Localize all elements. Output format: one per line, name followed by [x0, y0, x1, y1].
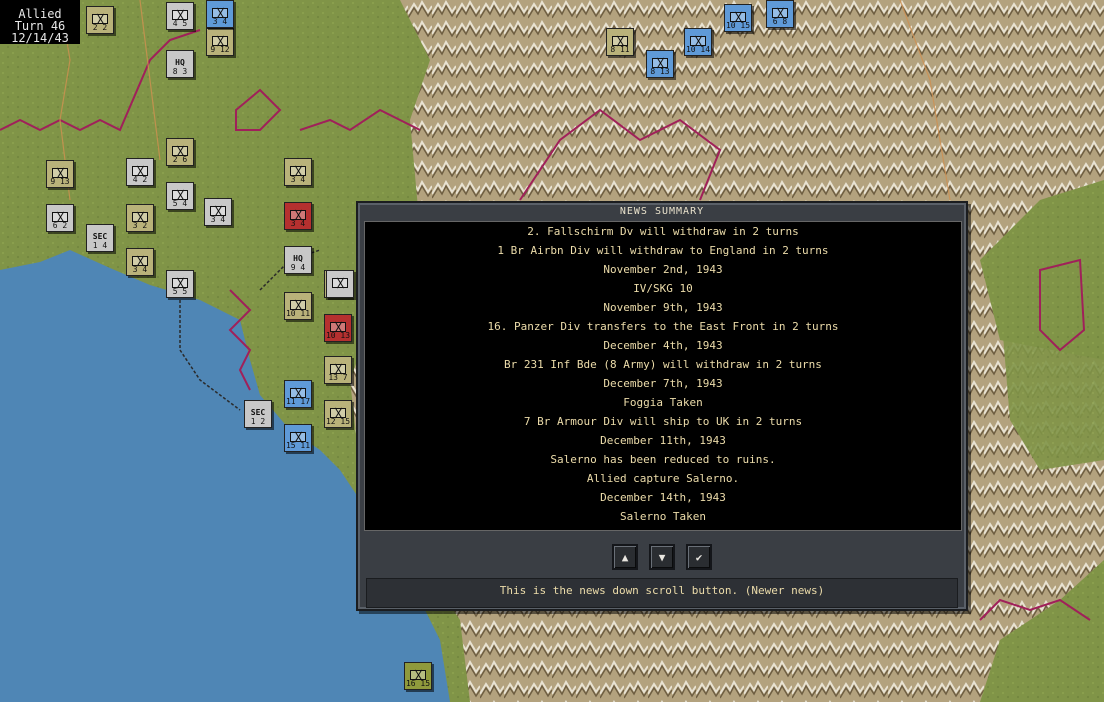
unit-strength: 8 11: [610, 45, 630, 54]
news-line: November 2nd, 1943: [603, 263, 723, 276]
unit-counter[interactable]: 9 13: [46, 160, 74, 188]
unit-counter[interactable]: 3 4: [284, 202, 312, 230]
status-bar: This is the news down scroll button. (Ne…: [366, 578, 958, 608]
turn-indicator: Allied Turn 46 12/14/43: [0, 0, 80, 44]
news-line: December 14th, 1943: [600, 491, 726, 504]
unit-counter[interactable]: 4 2: [126, 158, 154, 186]
unit-label: SEC: [92, 232, 108, 241]
news-line: Salerno Taken: [619, 510, 707, 523]
unit-counter[interactable]: 10 11: [284, 292, 312, 320]
unit-strength: 2 2: [92, 23, 108, 32]
unit-strength: 13 7: [328, 373, 348, 382]
unit-strength: 4 2: [132, 175, 148, 184]
scroll-down-button[interactable]: ▼: [649, 544, 675, 570]
unit-counter[interactable]: SEC 1 4: [86, 224, 114, 252]
unit-counter[interactable]: 9 12: [206, 28, 234, 56]
unit-strength: 5 5: [172, 287, 188, 296]
news-line: IV/SKG 10: [633, 282, 693, 295]
unit-counter[interactable]: 3 4: [126, 248, 154, 276]
unit-counter[interactable]: 6 2: [46, 204, 74, 232]
dialog-button-row: ▲ ▼ ✔: [358, 544, 966, 574]
up-arrow-icon: ▲: [621, 550, 629, 564]
unit-strength: 16 15: [405, 679, 431, 688]
unit-counter[interactable]: 13 7: [324, 356, 352, 384]
unit-counter[interactable]: 6 8: [766, 0, 794, 28]
unit-strength: 3 4: [132, 265, 148, 274]
unit-strength: 3 4: [212, 17, 228, 26]
dialog-title: NEWS SUMMARY: [619, 206, 705, 217]
unit-counter[interactable]: 16 15: [404, 662, 432, 690]
unit-strength: 10 14: [685, 45, 711, 54]
news-summary-dialog: NEWS SUMMARY 2. Fallschirm Dv will withd…: [356, 201, 968, 611]
checkmark-icon: ✔: [695, 550, 703, 564]
unit-counter[interactable]: 15 11: [284, 424, 312, 452]
unit-strength: 9 12: [210, 45, 230, 54]
unit-counter[interactable]: 10 13: [324, 314, 352, 342]
unit-strength: 1 4: [92, 241, 108, 250]
unit-strength: 3 2: [132, 221, 148, 230]
news-list[interactable]: 2. Fallschirm Dv will withdraw in 2 turn…: [364, 221, 962, 531]
unit-counter[interactable]: 12 15: [324, 400, 352, 428]
unit-counter[interactable]: 3 4: [206, 0, 234, 28]
news-line: 2. Fallschirm Dv will withdraw in 2 turn…: [527, 225, 799, 238]
news-line: December 4th, 1943: [603, 339, 723, 352]
unit-strength: 3 4: [290, 175, 306, 184]
unit-strength: 6 8: [772, 17, 788, 26]
turn-date: 12/14/43: [11, 31, 69, 45]
unit-counter[interactable]: 3 2: [126, 204, 154, 232]
scroll-up-button[interactable]: ▲: [612, 544, 638, 570]
unit-counter[interactable]: HQ 9 4: [284, 246, 312, 274]
news-line: Foggia Taken: [623, 396, 703, 409]
unit-counter[interactable]: 5 5: [166, 270, 194, 298]
unit-counter[interactable]: [326, 270, 354, 298]
unit-strength: 9 13: [50, 177, 70, 186]
news-line: Allied capture Salerno.: [586, 472, 740, 485]
unit-symbol-icon: [332, 278, 348, 288]
unit-strength: 6 2: [52, 221, 68, 230]
unit-strength: 12 15: [325, 417, 351, 426]
down-arrow-icon: ▼: [658, 550, 666, 564]
unit-strength: 3 4: [210, 215, 226, 224]
unit-strength: 5 4: [172, 199, 188, 208]
unit-strength: 9 4: [290, 263, 306, 272]
unit-label: SEC: [250, 408, 266, 417]
unit-strength: 1 2: [250, 417, 266, 426]
unit-counter[interactable]: 10 15: [724, 4, 752, 32]
unit-strength: 8 13: [650, 67, 670, 76]
unit-counter[interactable]: SEC 1 2: [244, 400, 272, 428]
unit-strength: 8 3: [172, 67, 188, 76]
unit-counter[interactable]: 10 14: [684, 28, 712, 56]
unit-counter[interactable]: 8 11: [606, 28, 634, 56]
unit-strength: 3 4: [290, 219, 306, 228]
unit-label: HQ: [175, 58, 185, 67]
news-line: December 7th, 1943: [603, 377, 723, 390]
unit-counter[interactable]: 2 6: [166, 138, 194, 166]
news-line: Br 231 Inf Bde (8 Army) will withdraw in…: [504, 358, 822, 371]
news-line: 7 Br Armour Div will ship to UK in 2 tur…: [523, 415, 803, 428]
unit-counter[interactable]: HQ 8 3: [166, 50, 194, 78]
unit-strength: 4 5: [172, 19, 188, 28]
news-line: 16. Panzer Div transfers to the East Fro…: [487, 320, 839, 333]
news-line: Salerno has been reduced to ruins.: [550, 453, 776, 466]
unit-strength: 10 11: [285, 309, 311, 318]
unit-counter[interactable]: 4 5: [166, 2, 194, 30]
unit-counter[interactable]: 11 17: [284, 380, 312, 408]
news-line: November 9th, 1943: [603, 301, 723, 314]
unit-counter[interactable]: 8 13: [646, 50, 674, 78]
unit-strength: 15 11: [285, 441, 311, 450]
unit-counter[interactable]: 3 4: [284, 158, 312, 186]
ok-button[interactable]: ✔: [686, 544, 712, 570]
unit-counter[interactable]: 2 2: [86, 6, 114, 34]
unit-strength: 10 13: [325, 331, 351, 340]
unit-counter[interactable]: 5 4: [166, 182, 194, 210]
unit-strength: 2 6: [172, 155, 188, 164]
unit-label: HQ: [293, 254, 303, 263]
news-line: 1 Br Airbn Div will withdraw to England …: [497, 244, 829, 257]
unit-strength: 10 15: [725, 21, 751, 30]
unit-strength: 11 17: [285, 397, 311, 406]
news-line: December 11th, 1943: [600, 434, 726, 447]
unit-counter[interactable]: 3 4: [204, 198, 232, 226]
